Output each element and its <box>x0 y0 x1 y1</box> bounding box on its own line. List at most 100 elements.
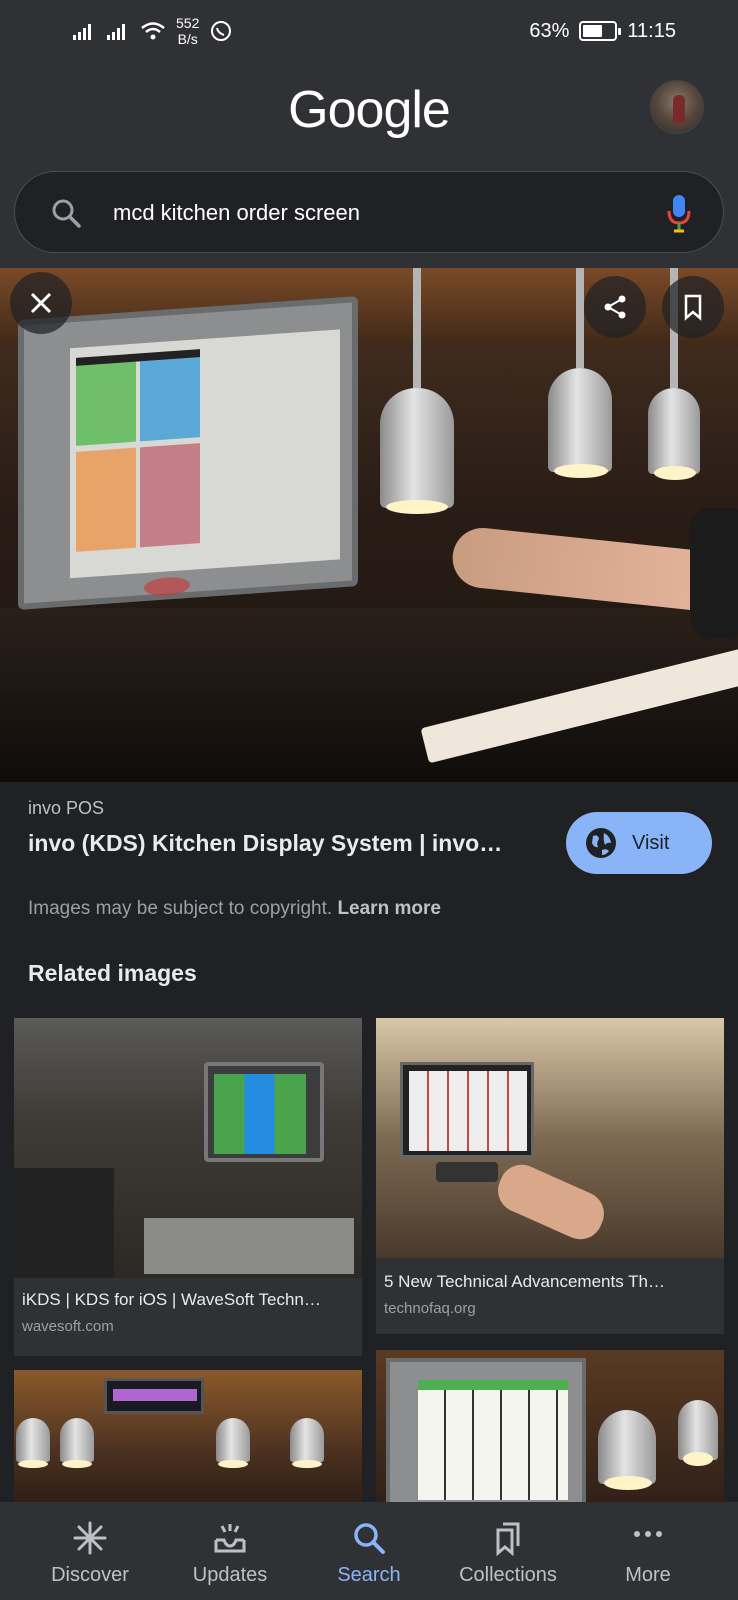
copyright-notice: Images may be subject to copyright. Lear… <box>28 898 441 920</box>
status-right: 63% 11:15 <box>529 14 676 48</box>
lamp-glow <box>654 466 696 480</box>
wifi-icon <box>141 22 165 40</box>
result-title[interactable]: invo (KDS) Kitchen Display System | invo… <box>28 830 502 857</box>
whatsapp-icon <box>211 21 232 41</box>
lamp-glow <box>604 1476 652 1490</box>
search-input[interactable]: mcd kitchen order screen <box>113 172 360 254</box>
nav-discover[interactable]: Discover <box>20 1502 160 1600</box>
nav-search[interactable]: Search <box>299 1502 439 1600</box>
related-title[interactable]: iKDS | KDS for iOS | WaveSoft Techn… <box>22 1290 354 1310</box>
monitor-screen <box>113 1389 197 1401</box>
visit-button[interactable]: Visit <box>566 812 712 874</box>
related-counter <box>144 1218 354 1274</box>
lamp-glow <box>292 1460 322 1468</box>
search-icon <box>354 1523 385 1554</box>
app-root: 552 B/s 63% 11:15 Google mcd kitchen ord… <box>0 0 738 1600</box>
related-card[interactable]: iKDS | KDS for iOS | WaveSoft Techn… wav… <box>14 1018 362 1356</box>
microphone-icon[interactable] <box>665 193 693 233</box>
signal-1-icon <box>73 24 91 40</box>
lamp-1 <box>380 268 454 514</box>
related-monitor <box>104 1378 204 1414</box>
lamp <box>216 1418 250 1468</box>
related-hand <box>490 1157 612 1247</box>
bookmark-icon <box>684 294 702 321</box>
nav-label: Search <box>337 1564 401 1586</box>
tablet-screen <box>214 1074 306 1154</box>
bottom-navigation: Discover Updates Search Collections More <box>0 1502 738 1600</box>
asterisk-icon <box>73 1521 107 1555</box>
google-logo[interactable]: Google <box>0 80 738 140</box>
nav-label: Updates <box>192 1564 268 1586</box>
related-site: wavesoft.com <box>22 1318 114 1335</box>
lamp <box>60 1418 94 1468</box>
related-card[interactable]: 5 New Technical Advancements Th… technof… <box>376 1018 724 1334</box>
related-tray <box>14 1168 114 1278</box>
battery-icon <box>579 21 622 41</box>
related-image <box>14 1370 362 1510</box>
related-image <box>14 1018 362 1278</box>
lamp <box>598 1410 656 1490</box>
monitor-screen <box>418 1380 568 1500</box>
nav-updates[interactable]: Updates <box>160 1502 300 1600</box>
lamp <box>678 1400 718 1466</box>
avatar[interactable] <box>650 80 704 134</box>
nav-label: More <box>625 1564 671 1586</box>
image-sleeve <box>690 508 738 638</box>
status-bar: 552 B/s 63% 11:15 <box>0 0 738 60</box>
result-source: invo POS <box>28 798 105 818</box>
header-area: 552 B/s 63% 11:15 Google mcd kitchen ord… <box>0 0 738 268</box>
lamp <box>16 1418 50 1468</box>
copyright-text: Images may be subject to copyright. <box>28 898 333 919</box>
monitor-screen <box>70 329 340 579</box>
lamp-glow <box>62 1460 92 1468</box>
network-speed: 552 B/s <box>176 15 199 47</box>
related-card[interactable] <box>14 1370 362 1510</box>
lamp-3 <box>648 268 700 480</box>
related-monitor <box>400 1062 534 1158</box>
close-icon <box>30 292 52 314</box>
lamp <box>290 1418 324 1468</box>
tile-pink <box>140 443 200 548</box>
lamp-rod <box>413 268 421 388</box>
tile-blue <box>140 357 200 442</box>
nav-more[interactable]: More <box>578 1502 718 1600</box>
close-button[interactable] <box>10 272 72 334</box>
status-left: 552 B/s <box>72 14 233 48</box>
nav-label: Discover <box>51 1564 129 1586</box>
related-site: technofaq.org <box>384 1300 476 1317</box>
battery-percent: 63% <box>529 19 570 42</box>
visit-label: Visit <box>632 831 670 854</box>
related-keypad <box>436 1162 498 1182</box>
result-image[interactable] <box>0 268 738 782</box>
inbox-icon <box>214 1524 246 1553</box>
lamp-glow <box>683 1452 713 1466</box>
lamp-glow <box>218 1460 248 1468</box>
related-image <box>376 1350 724 1510</box>
share-icon <box>604 295 626 319</box>
related-card[interactable] <box>376 1350 724 1510</box>
lamp-rod <box>576 268 584 368</box>
lamp-glow <box>18 1460 48 1468</box>
related-title[interactable]: 5 New Technical Advancements Th… <box>384 1272 716 1292</box>
save-button[interactable] <box>662 276 724 338</box>
search-bar[interactable]: mcd kitchen order screen <box>14 171 724 253</box>
lamp-2 <box>548 268 612 478</box>
battery-fill <box>583 25 603 37</box>
image-monitor <box>18 296 358 610</box>
clock: 11:15 <box>627 19 676 42</box>
related-tablet <box>204 1062 324 1162</box>
signal-2-icon <box>107 24 125 40</box>
share-button[interactable] <box>584 276 646 338</box>
lamp-glow <box>554 464 608 478</box>
nav-collections[interactable]: Collections <box>438 1502 578 1600</box>
learn-more-link[interactable]: Learn more <box>337 898 440 919</box>
search-icon[interactable] <box>49 196 83 230</box>
nav-label: Collections <box>459 1564 557 1586</box>
monitor-screen <box>409 1071 527 1151</box>
related-monitor <box>386 1358 586 1508</box>
tile-orange <box>76 447 136 552</box>
avatar-figure <box>673 95 685 123</box>
bookmarks-icon <box>496 1522 520 1556</box>
tile-green <box>76 361 136 446</box>
related-image <box>376 1018 724 1258</box>
